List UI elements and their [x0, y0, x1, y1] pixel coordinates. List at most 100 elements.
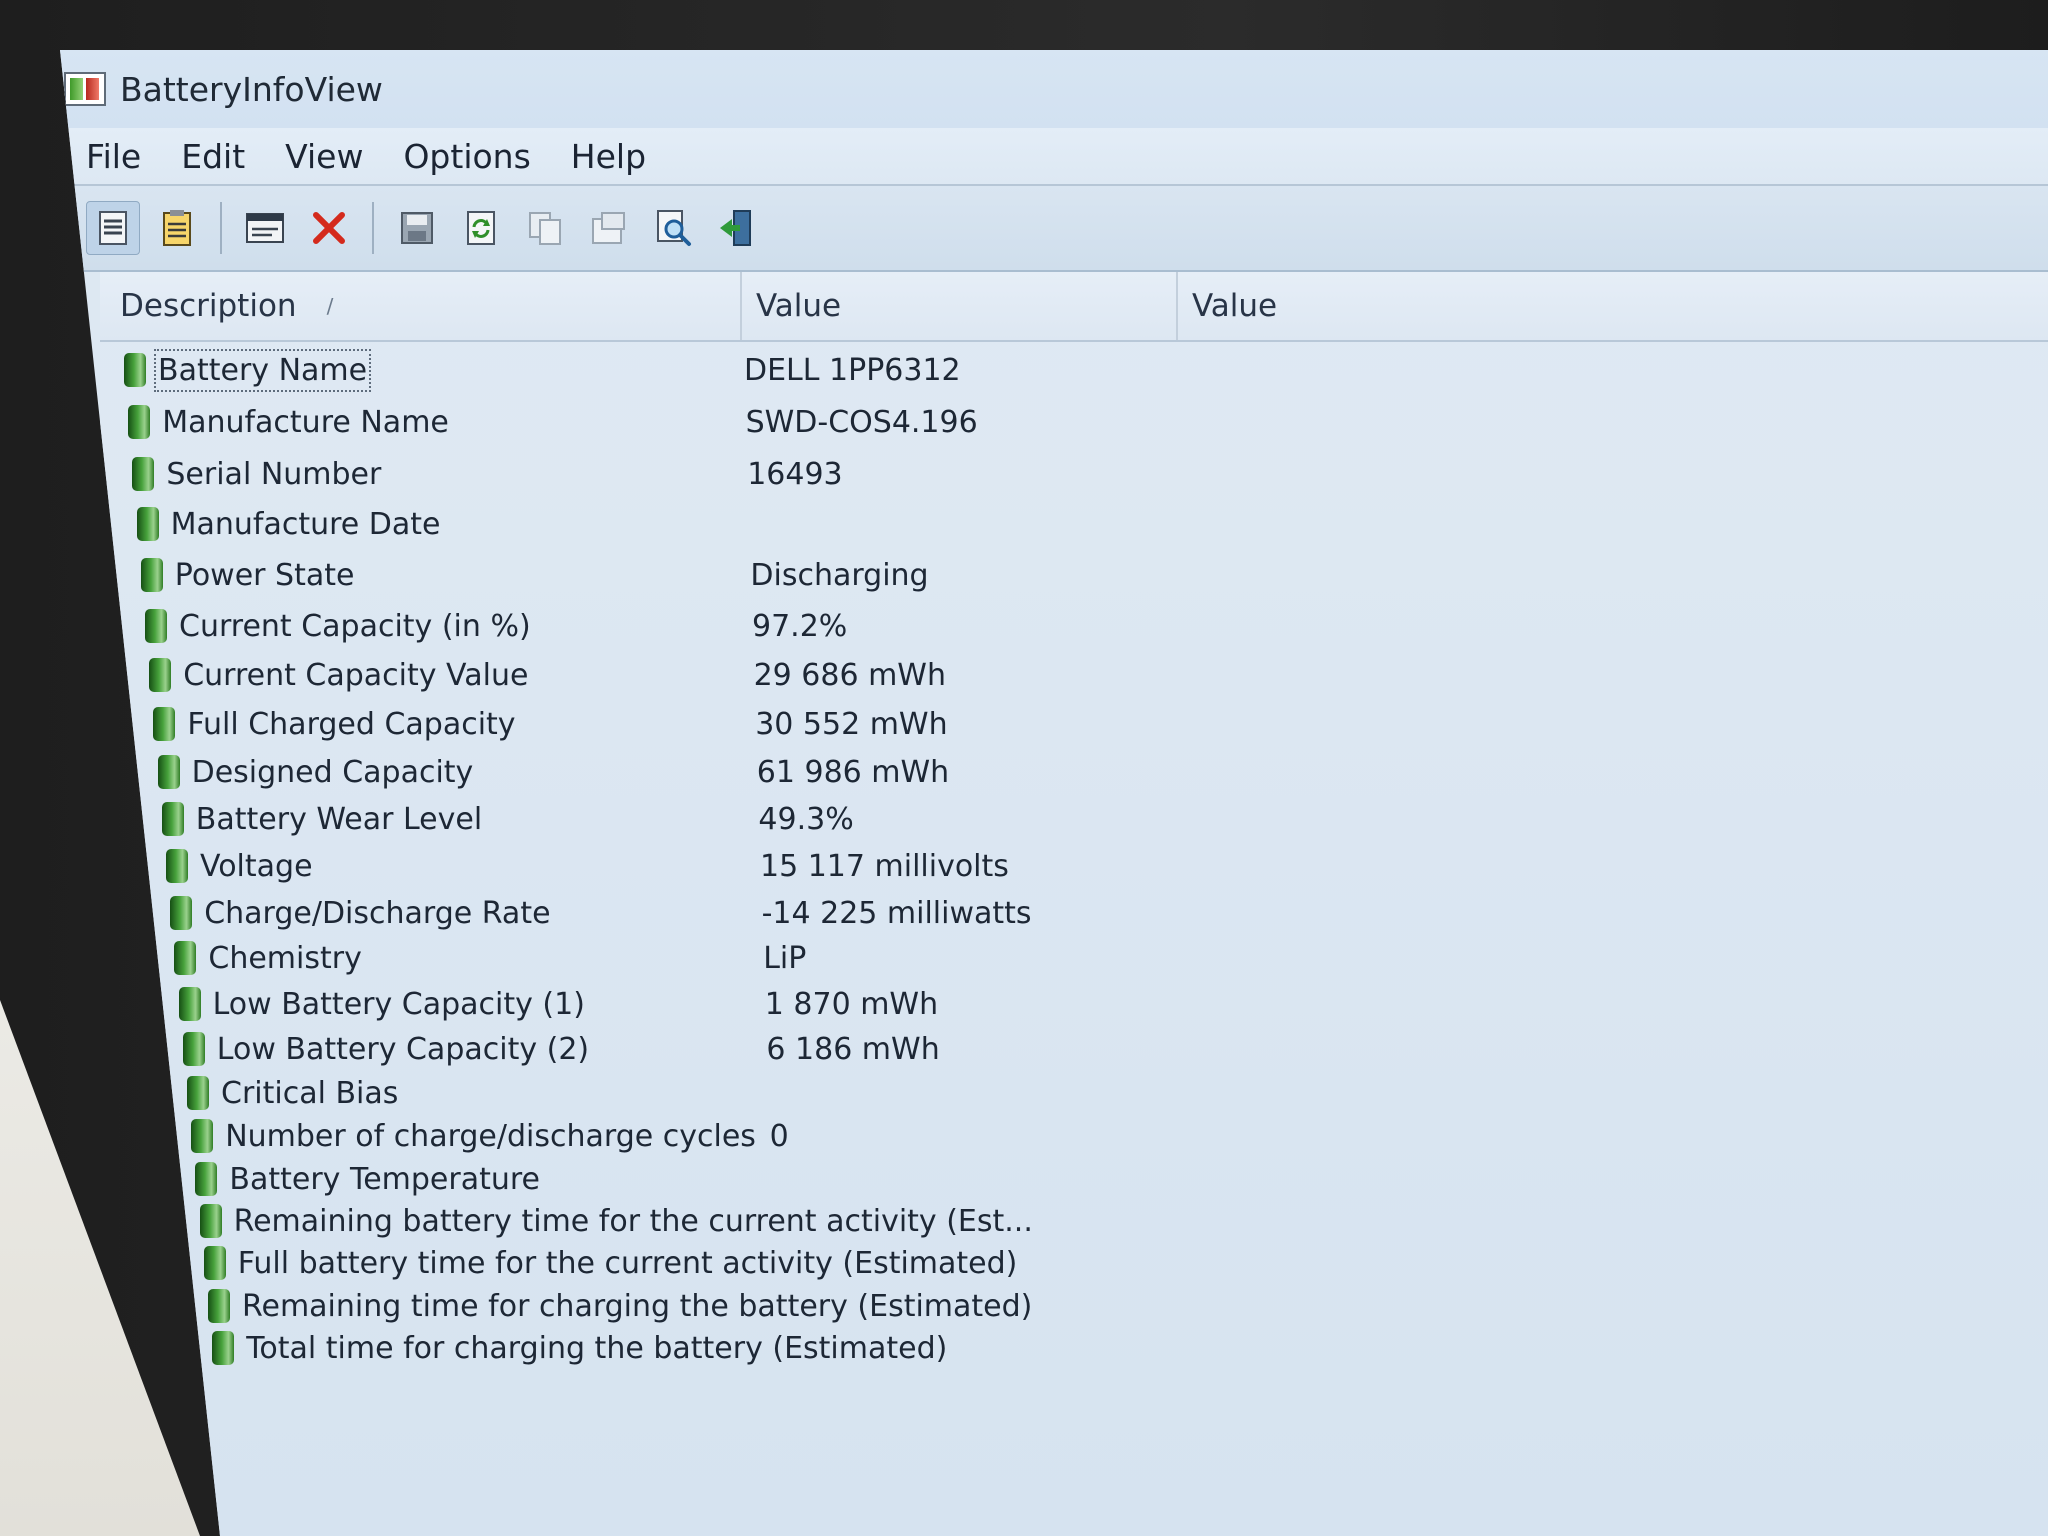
battery-icon	[128, 405, 151, 439]
table-row[interactable]: Battery Wear Level 49.3%	[161, 799, 854, 839]
battery-icon	[195, 1162, 218, 1196]
row-description-cell: Low Battery Capacity (1)	[178, 986, 779, 1022]
copy-button[interactable]	[518, 201, 572, 255]
save-button[interactable]	[390, 201, 444, 255]
row-description-cell: Charge/Discharge Rate	[170, 896, 770, 931]
table-row[interactable]: Battery Name DELL 1PP6312	[124, 348, 961, 392]
row-description-cell: Low Battery Capacity (2)	[182, 1031, 783, 1067]
refresh-button[interactable]	[454, 201, 508, 255]
table-row[interactable]: Battery Temperature	[195, 1159, 795, 1199]
table-row[interactable]: Number of charge/discharge cycles 0	[191, 1116, 791, 1156]
row-description: Low Battery Capacity (1)	[212, 986, 585, 1022]
row-description-cell: Power State	[140, 558, 741, 593]
table-row[interactable]: Designed Capacity 61 986 mWh	[157, 752, 949, 792]
row-description: Current Capacity (in %)	[179, 608, 531, 644]
row-description-cell: Remaining battery time for the current a…	[199, 1204, 1033, 1239]
row-description: Battery Wear Level	[195, 801, 483, 837]
table-row[interactable]: Low Battery Capacity (2) 6 186 mWh	[182, 1029, 940, 1069]
toolbar-separator	[372, 202, 374, 254]
sort-indicator-icon: /	[326, 294, 334, 318]
row-value: 1 870 mWh	[764, 986, 939, 1022]
table-row[interactable]: Low Battery Capacity (1) 1 870 mWh	[178, 984, 938, 1024]
window-title: BatteryInfoView	[120, 69, 383, 109]
column-value-label: Value	[756, 288, 842, 324]
html-report-icon	[246, 213, 284, 243]
table-row[interactable]: Total time for charging the battery (Est…	[212, 1328, 947, 1368]
table-row[interactable]: Full Charged Capacity 30 552 mWh	[153, 704, 948, 744]
table-row[interactable]: Current Capacity (in %) 97.2%	[145, 606, 847, 646]
table-row[interactable]: Voltage 15 117 millivolts	[166, 846, 1009, 886]
table-row[interactable]: Critical Bias	[187, 1073, 787, 1113]
column-header-value-2[interactable]: Value	[1178, 272, 2048, 340]
find-icon	[657, 210, 691, 246]
menu-bar: File Edit View Options Help	[60, 128, 2048, 184]
battery-icon	[140, 558, 163, 592]
column-description-label: Description	[120, 288, 297, 324]
row-description-cell: Full battery time for the current activi…	[203, 1246, 1017, 1281]
battery-icon	[203, 1246, 226, 1280]
toolbar	[60, 184, 2048, 272]
battery-icon	[157, 755, 180, 789]
table-row[interactable]: Serial Number 16493	[132, 454, 843, 494]
copy-icon	[529, 212, 561, 245]
row-description-cell: Manufacture Name	[128, 405, 728, 440]
exit-icon	[720, 210, 751, 246]
row-description: Chemistry	[208, 940, 362, 976]
row-description-cell: Current Capacity Value	[149, 658, 749, 693]
menu-help[interactable]: Help	[571, 137, 646, 176]
row-description: Remaining time for charging the battery …	[242, 1288, 1033, 1324]
details-view-button[interactable]	[86, 201, 140, 255]
exit-button[interactable]	[710, 201, 764, 255]
properties-button[interactable]	[582, 201, 636, 255]
battery-info-list[interactable]: Description / Value Value Battery Name DE…	[100, 272, 2048, 1536]
menu-file[interactable]: File	[86, 137, 141, 176]
table-row[interactable]: Charge/Discharge Rate -14 225 milliwatts	[170, 893, 1032, 933]
table-row[interactable]: Remaining battery time for the current a…	[199, 1201, 1033, 1241]
app-window: BatteryInfoView File Edit View Options H…	[60, 50, 2048, 1536]
menu-edit[interactable]: Edit	[181, 137, 245, 176]
row-description: Manufacture Name	[162, 404, 449, 440]
row-description-cell: Chemistry	[174, 941, 774, 976]
row-description-cell: Voltage	[166, 849, 766, 884]
row-description-cell: Remaining time for charging the battery …	[208, 1289, 1032, 1324]
table-row[interactable]: Full battery time for the current activi…	[203, 1243, 1017, 1283]
battery-icon	[199, 1204, 222, 1238]
table-row[interactable]: Manufacture Date	[136, 504, 737, 544]
table-row[interactable]: Current Capacity Value 29 686 mWh	[149, 655, 946, 695]
battery-icon	[182, 1032, 205, 1066]
row-description: Voltage	[200, 848, 313, 884]
row-value: 49.3%	[758, 801, 854, 837]
menu-options[interactable]: Options	[403, 137, 530, 176]
row-value: 16493	[747, 456, 843, 492]
table-row[interactable]: Chemistry LiP	[174, 938, 806, 978]
row-value: -14 225 milliwatts	[761, 895, 1032, 931]
column-header-value[interactable]: Value	[742, 272, 1178, 340]
row-description-cell: Battery Wear Level	[161, 801, 762, 837]
html-report-button[interactable]	[238, 201, 292, 255]
row-description: Critical Bias	[221, 1075, 399, 1111]
table-row[interactable]: Power State Discharging	[140, 555, 929, 595]
table-row[interactable]: Remaining time for charging the battery …	[208, 1286, 1032, 1326]
row-value: 30 552 mWh	[755, 706, 948, 742]
menu-view[interactable]: View	[285, 137, 363, 176]
battery-icon	[212, 1331, 235, 1365]
find-button[interactable]	[646, 201, 700, 255]
title-bar: BatteryInfoView	[60, 50, 2048, 128]
battery-icon	[132, 457, 155, 491]
battery-icon	[166, 849, 188, 883]
list-view-icon	[163, 210, 191, 246]
battery-icon	[191, 1119, 214, 1153]
row-description: Low Battery Capacity (2)	[216, 1031, 590, 1067]
details-view-icon	[99, 211, 127, 245]
row-description-cell: Current Capacity (in %)	[145, 609, 745, 644]
list-view-button[interactable]	[150, 201, 204, 255]
battery-icon	[149, 658, 172, 692]
list-header: Description / Value Value	[100, 272, 2048, 342]
row-description: Serial Number	[166, 456, 382, 492]
battery-icon	[124, 353, 146, 387]
delete-icon	[313, 212, 345, 244]
delete-button[interactable]	[302, 201, 356, 255]
column-header-description[interactable]: Description /	[100, 272, 742, 340]
table-row[interactable]: Manufacture Name SWD-COS4.196	[128, 402, 978, 442]
row-description-cell: Full Charged Capacity	[153, 707, 753, 742]
